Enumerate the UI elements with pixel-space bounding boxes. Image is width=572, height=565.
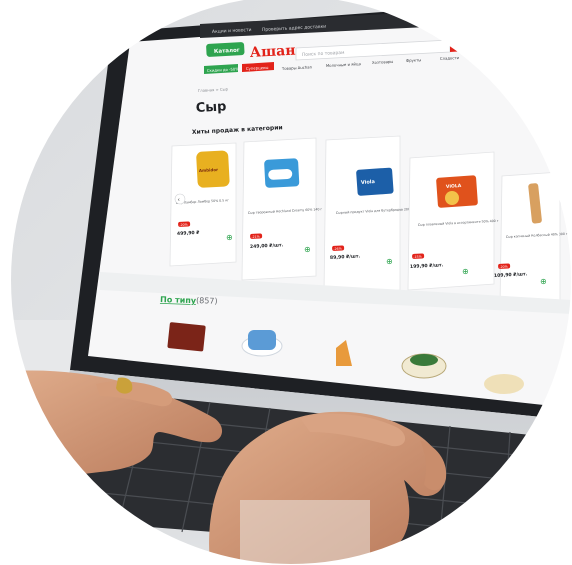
cart-icon[interactable]: ⊕ (304, 245, 311, 254)
product-brand: VIOLA (446, 183, 462, 190)
discount-badge-label: -20% (179, 223, 187, 227)
cart-icon[interactable]: ⊕ (226, 233, 233, 242)
product-brand: Ambidor (199, 167, 218, 173)
category-thumbnail[interactable] (167, 322, 206, 352)
discount-badge-label: -21% (251, 235, 259, 239)
category-thumbnail[interactable] (484, 374, 524, 394)
laptop-photo: Акции и новости Проверить адрес доставки… (9, 0, 572, 565)
page-title: Сыр (195, 99, 226, 116)
by-type-link[interactable]: По типу (160, 295, 197, 305)
by-type-count: (857) (196, 296, 218, 306)
product-brand: Viola (361, 179, 375, 186)
discount-badge-label: -26% (333, 247, 341, 251)
cart-icon[interactable]: ⊕ (462, 267, 469, 276)
sleeve (240, 500, 370, 565)
nav-item-5[interactable]: Сладости (440, 55, 460, 61)
product-image (436, 175, 478, 208)
auchan-logo[interactable]: Ашан (249, 43, 296, 61)
nav-item-6[interactable]: Мясо и птица (474, 53, 501, 59)
nav-item-4[interactable]: Фрукты (406, 57, 422, 63)
carousel-prev-button[interactable] (174, 193, 186, 205)
photo-scene: Акции и новости Проверить адрес доставки… (0, 0, 572, 565)
discount-badge-label: -15% (413, 255, 421, 259)
discount-badge-label: -20% (499, 265, 507, 269)
cart-icon[interactable]: ⊕ (386, 257, 393, 266)
chevron-left-icon: ‹ (178, 197, 180, 204)
product-price: 499,90 ₽ (177, 230, 201, 237)
cart-icon[interactable]: ⊕ (540, 277, 547, 286)
